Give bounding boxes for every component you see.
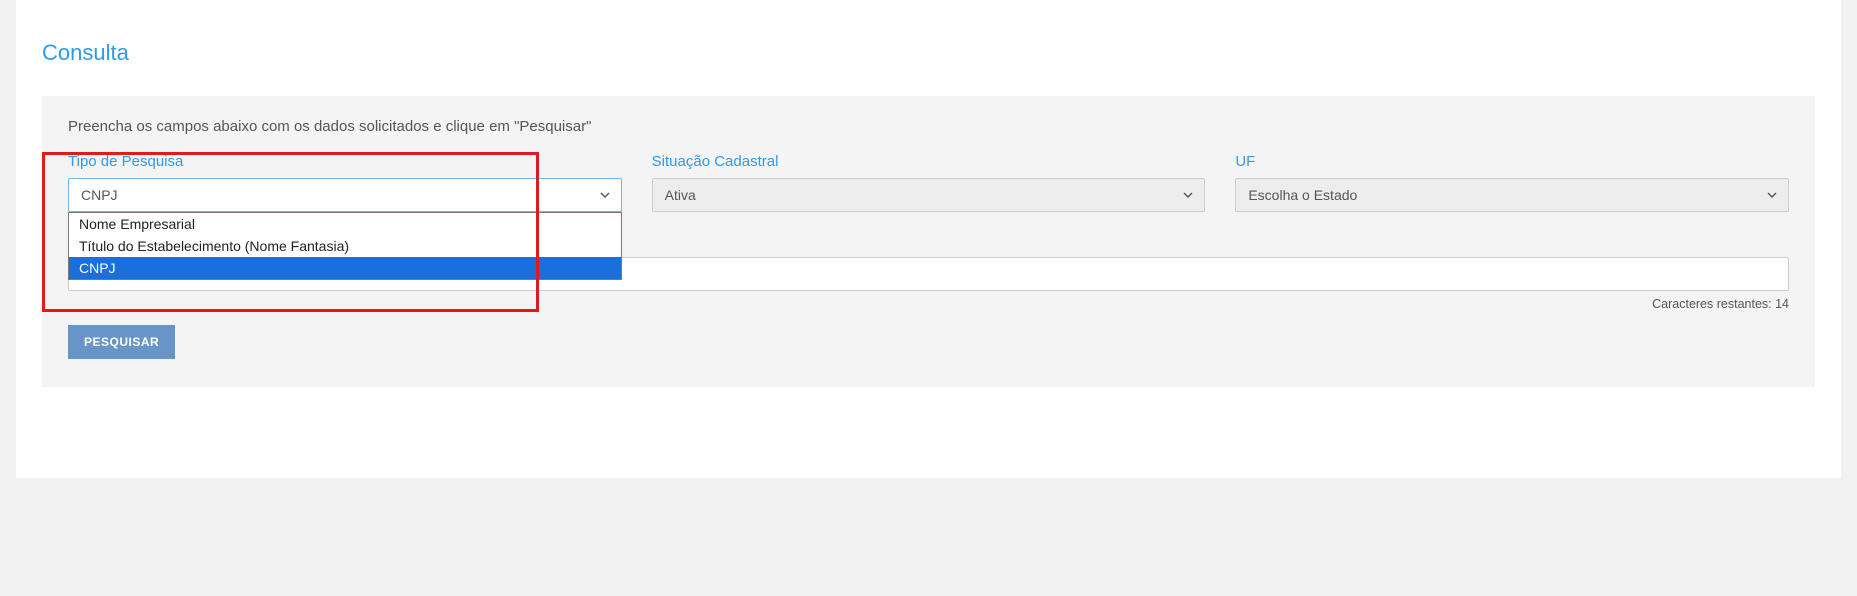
dropdown-option-cnpj[interactable]: CNPJ xyxy=(69,257,621,279)
dropdown-tipo-pesquisa: Nome Empresarial Título do Estabelecimen… xyxy=(68,212,622,280)
select-uf-wrap: Escolha o Estado xyxy=(1235,178,1789,212)
dropdown-option-nome-empresarial[interactable]: Nome Empresarial xyxy=(69,213,621,235)
dropdown-option-nome-fantasia[interactable]: Título do Estabelecimento (Nome Fantasia… xyxy=(69,235,621,257)
label-tipo-pesquisa: Tipo de Pesquisa xyxy=(68,153,622,170)
field-situacao-cadastral: Situação Cadastral Ativa xyxy=(652,153,1206,212)
field-tipo-pesquisa: Tipo de Pesquisa CNPJ Nome Empresarial T… xyxy=(68,153,622,212)
select-uf-value: Escolha o Estado xyxy=(1248,187,1357,203)
select-uf[interactable]: Escolha o Estado xyxy=(1235,178,1789,212)
select-situacao-value: Ativa xyxy=(665,187,696,203)
chevron-down-icon xyxy=(1182,189,1194,201)
select-situacao-wrap: Ativa xyxy=(652,178,1206,212)
select-tipo-pesquisa-value: CNPJ xyxy=(81,187,118,203)
instructions-text: Preencha os campos abaixo com os dados s… xyxy=(68,118,1789,135)
chevron-down-icon xyxy=(1766,189,1778,201)
page-title: Consulta xyxy=(42,40,1815,66)
char-counter: Caracteres restantes: 14 xyxy=(68,297,1789,311)
select-tipo-pesquisa[interactable]: CNPJ xyxy=(68,178,622,212)
label-uf: UF xyxy=(1235,153,1789,170)
search-button[interactable]: PESQUISAR xyxy=(68,325,175,359)
field-uf: UF Escolha o Estado xyxy=(1235,153,1789,212)
select-tipo-pesquisa-wrap: CNPJ Nome Empresarial Título do Estabele… xyxy=(68,178,622,212)
main-panel: Consulta Preencha os campos abaixo com o… xyxy=(16,0,1841,478)
form-panel: Preencha os campos abaixo com os dados s… xyxy=(42,96,1815,387)
label-situacao-cadastral: Situação Cadastral xyxy=(652,153,1206,170)
form-row-selects: Tipo de Pesquisa CNPJ Nome Empresarial T… xyxy=(68,153,1789,212)
select-situacao-cadastral[interactable]: Ativa xyxy=(652,178,1206,212)
char-counter-value: 14 xyxy=(1775,297,1789,311)
char-counter-prefix: Caracteres restantes: xyxy=(1652,297,1775,311)
chevron-down-icon xyxy=(599,189,611,201)
